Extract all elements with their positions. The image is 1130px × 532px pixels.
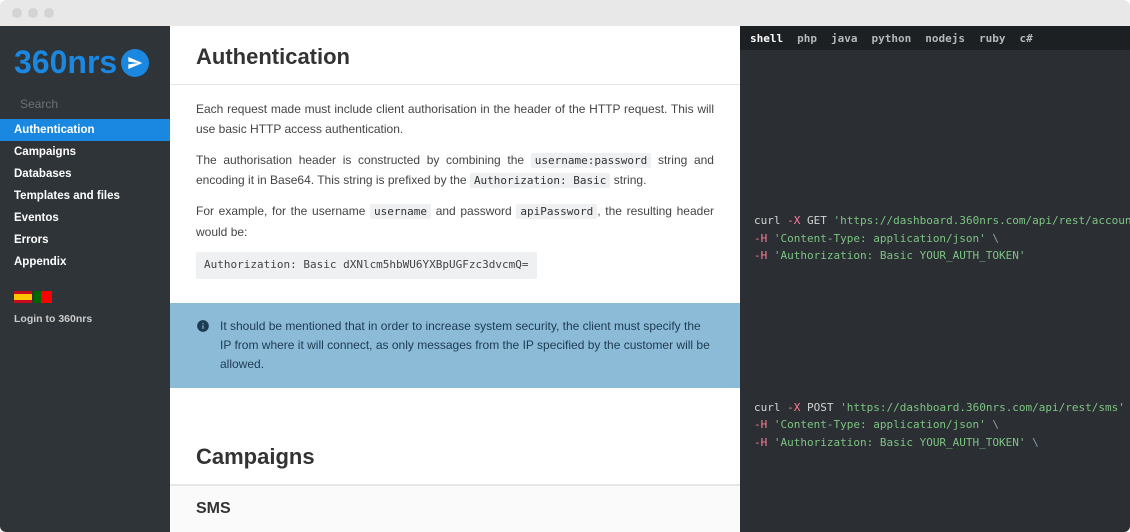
tab-python[interactable]: python [872, 32, 912, 45]
nav-item-databases[interactable]: Databases [0, 163, 170, 185]
search-input[interactable] [20, 97, 175, 111]
flag-pt-icon[interactable] [34, 291, 52, 303]
logo-text: 360nrs [14, 44, 117, 81]
logo[interactable]: 360nrs [0, 26, 170, 93]
security-notice: It should be mentioned that in order to … [170, 303, 740, 389]
paper-plane-icon [121, 49, 149, 77]
code-pane: shell php java python nodejs ruby c# cur… [740, 26, 1130, 532]
auth-header-desc: The authorisation header is constructed … [196, 150, 714, 191]
tab-php[interactable]: php [797, 32, 817, 45]
nav-item-templates[interactable]: Templates and files [0, 185, 170, 207]
login-link[interactable]: Login to 360nrs [0, 309, 170, 329]
code-user-pass: username:password [531, 153, 652, 168]
info-icon [196, 319, 210, 333]
auth-example-lead: For example, for the username username a… [196, 201, 714, 242]
code-auth-basic: Authorization: Basic [470, 173, 610, 188]
browser-chrome [0, 0, 1130, 26]
nav-item-authentication[interactable]: Authentication [0, 119, 170, 141]
tab-csharp[interactable]: c# [1020, 32, 1033, 45]
sms-heading: SMS [170, 485, 740, 532]
page-title-authentication: Authentication [170, 26, 740, 85]
nav: Authentication Campaigns Databases Templ… [0, 119, 170, 273]
chrome-dot [12, 8, 22, 18]
language-tabs: shell php java python nodejs ruby c# [740, 26, 1130, 50]
nav-item-campaigns[interactable]: Campaigns [0, 141, 170, 163]
search-row[interactable] [0, 93, 170, 119]
tab-ruby[interactable]: ruby [979, 32, 1006, 45]
code-username: username [370, 204, 431, 219]
nav-item-errors[interactable]: Errors [0, 229, 170, 251]
auth-example-header: Authorization: Basic dXNlcm5hbWU6YXBpUGF… [196, 252, 537, 279]
tab-nodejs[interactable]: nodejs [925, 32, 965, 45]
nav-item-appendix[interactable]: Appendix [0, 251, 170, 273]
flag-es-icon[interactable] [14, 291, 32, 303]
code-block-sms: curl -X POST 'https://dashboard.360nrs.c… [740, 387, 1130, 464]
code-block-account: curl -X GET 'https://dashboard.360nrs.co… [740, 200, 1130, 277]
main-content: Authentication Each request made must in… [170, 26, 740, 532]
tab-java[interactable]: java [831, 32, 858, 45]
nav-item-eventos[interactable]: Eventos [0, 207, 170, 229]
chrome-dot [44, 8, 54, 18]
auth-intro-text: Each request made must include client au… [196, 99, 714, 140]
chrome-dot [28, 8, 38, 18]
language-flags [0, 273, 170, 309]
sidebar: 360nrs Authentication Campaigns Database… [0, 26, 170, 532]
code-apipassword: apiPassword [516, 204, 597, 219]
tab-shell[interactable]: shell [750, 32, 783, 45]
page-title-campaigns: Campaigns [170, 426, 740, 485]
